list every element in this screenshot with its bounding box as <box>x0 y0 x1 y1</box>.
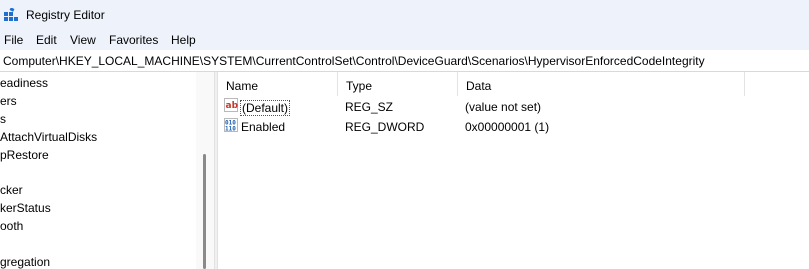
address-bar[interactable]: Computer\HKEY_LOCAL_MACHINE\SYSTEM\Curre… <box>0 50 809 72</box>
address-path[interactable]: Computer\HKEY_LOCAL_MACHINE\SYSTEM\Curre… <box>3 54 705 68</box>
window-title: Registry Editor <box>26 8 105 22</box>
menu-edit[interactable]: Edit <box>36 33 57 47</box>
tree-item[interactable]: ers <box>0 94 17 108</box>
binary-value-icon: 010 110 <box>224 118 238 132</box>
column-header-name-label: Name <box>226 79 259 93</box>
value-data: (value not set) <box>465 100 542 114</box>
tree-item[interactable]: kerStatus <box>0 201 51 215</box>
values-list: Name Type Data ab (Default) REG_SZ (valu… <box>218 72 809 269</box>
tree-item[interactable]: ooth <box>0 219 23 233</box>
menu-view[interactable]: View <box>70 33 96 47</box>
value-name[interactable]: Enabled <box>241 120 285 134</box>
tree-item[interactable]: gregation <box>0 255 50 269</box>
value-type: REG_DWORD <box>345 120 425 134</box>
title-bar: Registry Editor <box>0 0 809 29</box>
column-header-data[interactable]: Data <box>458 72 745 96</box>
column-header-name[interactable]: Name <box>218 72 338 96</box>
registry-editor-app-icon <box>4 8 18 21</box>
menu-file[interactable]: File <box>4 33 23 47</box>
table-row[interactable]: 010 110 Enabled REG_DWORD 0x00000001 (1) <box>218 116 809 136</box>
menu-help[interactable]: Help <box>171 33 196 47</box>
scrollbar-thumb[interactable] <box>203 154 206 269</box>
menu-bar: File Edit View Favorites Help <box>0 29 809 50</box>
menu-favorites[interactable]: Favorites <box>109 33 158 47</box>
tree-item[interactable]: s <box>0 112 6 126</box>
value-type: REG_SZ <box>345 100 394 114</box>
column-header-type[interactable]: Type <box>338 72 458 96</box>
table-row[interactable]: ab (Default) REG_SZ (value not set) <box>218 96 809 116</box>
tree-pane[interactable]: eadiness ers s AttachVirtualDisks pResto… <box>0 72 196 269</box>
string-value-icon: ab <box>224 98 238 112</box>
tree-item[interactable]: eadiness <box>0 76 48 90</box>
svg-text:110: 110 <box>225 126 236 133</box>
tree-item[interactable]: pRestore <box>0 148 49 162</box>
value-name[interactable]: (Default) <box>240 100 291 116</box>
column-header-data-label: Data <box>466 79 492 93</box>
column-header-type-label: Type <box>346 79 373 93</box>
tree-item[interactable]: cker <box>0 183 23 197</box>
tree-item[interactable]: AttachVirtualDisks <box>0 130 97 144</box>
svg-text:ab: ab <box>226 101 239 111</box>
value-data: 0x00000001 (1) <box>465 120 550 134</box>
tree-scrollbar[interactable] <box>196 72 214 269</box>
